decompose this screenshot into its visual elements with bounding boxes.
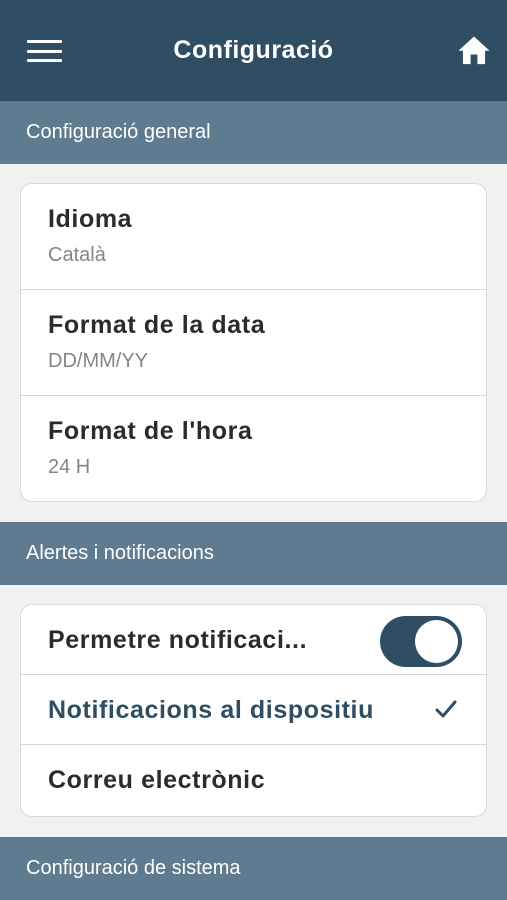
date-format-setting[interactable]: Format de la data DD/MM/YY — [21, 290, 486, 396]
email-option[interactable]: Correu electrònic — [21, 745, 486, 815]
section-header-general: Configuració general — [0, 101, 507, 164]
checkmark-icon — [435, 700, 457, 718]
allow-notifications-toggle[interactable] — [380, 616, 462, 667]
date-format-value: DD/MM/YY — [48, 350, 148, 372]
language-setting[interactable]: Idioma Català — [21, 184, 486, 290]
allow-notifications-label: Permetre notificaci... — [48, 626, 308, 654]
time-format-setting[interactable]: Format de l'hora 24 H — [21, 396, 486, 501]
general-settings-card: Idioma Català Format de la data DD/MM/YY… — [20, 183, 487, 502]
date-format-label: Format de la data — [48, 311, 266, 339]
device-notifications-option[interactable]: Notificacions al dispositiu — [21, 675, 486, 745]
section-header-alerts: Alertes i notificacions — [0, 522, 507, 585]
section-header-system: Configuració de sistema — [0, 837, 507, 900]
alerts-card: Permetre notificaci... Notificacions al … — [20, 604, 487, 817]
device-notifications-label: Notificacions al dispositiu — [48, 696, 374, 724]
time-format-value: 24 H — [48, 456, 91, 478]
toggle-knob — [415, 620, 458, 663]
hamburger-menu-icon[interactable] — [27, 40, 62, 62]
language-value: Català — [48, 244, 106, 266]
email-label: Correu electrònic — [48, 766, 266, 794]
language-label: Idioma — [48, 205, 133, 233]
app-header: Configuració — [0, 0, 507, 101]
home-icon[interactable] — [457, 33, 491, 67]
page-title: Configuració — [173, 36, 334, 64]
allow-notifications-setting: Permetre notificaci... — [21, 605, 486, 675]
time-format-label: Format de l'hora — [48, 417, 253, 445]
